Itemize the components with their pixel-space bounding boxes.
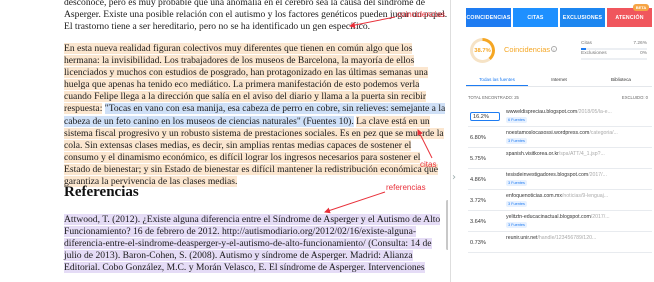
source-percentage: 5.75% <box>470 155 486 162</box>
excluded-count: EXCLUIDO: 0 <box>621 95 648 100</box>
source-path: /noticias/9-lenguaj... <box>561 193 609 199</box>
source-path: /2017/... <box>588 172 607 178</box>
category-tabs: Coincidencias Citas Exclusiones Atención <box>466 8 652 27</box>
source-domain: yelitztn-educacinactual.blogspot.com <box>506 214 591 220</box>
source-row[interactable]: 3.64% yelitztn-educacinactual.blogspot.co… <box>468 211 652 232</box>
document-scrollbar[interactable] <box>446 200 448 250</box>
source-list: 16.2% wwweldispreciau.blogspot.com/2018/0… <box>468 106 652 253</box>
stat-exclusiones-value: 0% <box>640 51 647 56</box>
arrow-citas <box>417 129 433 159</box>
source-url[interactable]: noestamoslocasossi.wordpress.com/categor… <box>506 130 646 136</box>
source-url[interactable]: wwweldispreciau.blogspot.com/2018/05/la-… <box>506 109 646 115</box>
stat-citas-value: 7.26% <box>633 41 647 46</box>
source-url[interactable]: spanish.visitkorea.or.kr/spa/ATT/4_1.jsp… <box>506 151 646 157</box>
source-count-badge[interactable]: 3 Fuentes <box>506 222 527 228</box>
source-row[interactable]: 3.72% enfoquenoticias.com.mx/noticias/9-l… <box>468 190 652 211</box>
results-header: TOTAL ENCONTRADO: 25 EXCLUIDO: 0 <box>468 95 648 100</box>
source-percentage: 4.86% <box>470 176 486 183</box>
stat-citas-bar <box>581 48 647 50</box>
source-filter-tabs: Todas las fuentes Internet Biblioteca <box>466 75 652 87</box>
source-domain: tesisdeinvestigadores.blogspot.com <box>506 172 589 178</box>
stat-exclusiones-bar <box>581 58 647 60</box>
source-path: /spa/ATT/4_1.jsp?... <box>558 151 605 157</box>
stat-exclusiones-label: Exclusiones <box>581 51 607 56</box>
panel-divider <box>450 0 451 282</box>
subtab-internet[interactable]: Internet <box>528 75 590 86</box>
stat-citas: Citas 7.26% <box>581 41 647 46</box>
document-view: desconoce, pero es muy probable que una … <box>0 0 448 282</box>
source-path: /2017/... <box>590 214 610 220</box>
source-domain: enfoquenoticias.com.mx <box>506 193 562 199</box>
source-row[interactable]: 16.2% wwweldispreciau.blogspot.com/2018/0… <box>468 106 652 127</box>
source-percentage: 16.2% <box>470 112 500 121</box>
source-domain: noestamoslocasossi.wordpress.com <box>506 130 590 136</box>
source-row[interactable]: 0.73% reunir.unir.net/handle/123456789/12… <box>468 232 652 253</box>
source-percentage: 3.64% <box>470 218 486 225</box>
source-url[interactable]: tesisdeinvestigadores.blogspot.com/2017/… <box>506 172 646 178</box>
annotation-coincidencias: coincidencias <box>397 10 446 19</box>
info-icon[interactable]: i <box>551 46 557 52</box>
arrow-coincidencias <box>349 16 396 28</box>
collapse-panel-icon[interactable]: › <box>452 172 456 183</box>
plagiarism-panel: Coincidencias Citas Exclusiones Atención… <box>462 0 654 282</box>
annotation-arrows <box>324 16 433 214</box>
source-row[interactable]: 5.75% spanish.visitkorea.or.kr/spa/ATT/4_… <box>468 148 652 169</box>
annotation-referencias: referencias <box>386 183 426 192</box>
arrow-referencias <box>324 191 386 214</box>
tab-exclusiones[interactable]: Exclusiones <box>560 8 605 27</box>
source-url[interactable]: yelitztn-educacinactual.blogspot.com/201… <box>506 214 646 220</box>
score-value: 38.7% <box>474 47 491 54</box>
source-path: /2018/05/la-e... <box>577 109 612 115</box>
source-count-badge[interactable]: 6 Fuentes <box>506 117 527 123</box>
source-percentage: 0.73% <box>470 239 486 246</box>
total-found: TOTAL ENCONTRADO: 25 <box>468 95 519 100</box>
tab-coincidencias[interactable]: Coincidencias <box>466 8 511 27</box>
source-path: /categoria/... <box>589 130 618 136</box>
source-path: /handle/123456789/120... <box>537 235 597 241</box>
score-label: Coincidencias <box>504 45 551 54</box>
stat-citas-label: Citas <box>581 41 592 46</box>
source-url[interactable]: enfoquenoticias.com.mx/noticias/9-lengua… <box>506 193 646 199</box>
beta-badge: BETA <box>633 4 649 11</box>
source-url[interactable]: reunir.unir.net/handle/123456789/120... <box>506 235 646 241</box>
tab-citas[interactable]: Citas <box>513 8 558 27</box>
source-domain: reunir.unir.net <box>506 235 538 241</box>
stat-exclusiones: Exclusiones 0% <box>581 51 647 56</box>
source-count-badge[interactable]: 3 Fuentes <box>506 138 527 144</box>
source-domain: spanish.visitkorea.or.kr <box>506 151 559 157</box>
annotation-citas: citas <box>420 160 437 169</box>
subtab-biblioteca[interactable]: Biblioteca <box>590 75 652 86</box>
source-percentage: 3.72% <box>470 197 486 204</box>
source-count-badge[interactable]: 3 Fuentes <box>506 180 527 186</box>
source-domain: wwweldispreciau.blogspot.com <box>506 109 578 115</box>
stat-citas-fill <box>581 48 586 50</box>
source-row[interactable]: 4.86% tesisdeinvestigadores.blogspot.com/… <box>468 169 652 190</box>
source-percentage: 6.80% <box>470 134 486 141</box>
source-row[interactable]: 6.80% noestamoslocasossi.wordpress.com/ca… <box>468 127 652 148</box>
subtab-todas-las-fuentes[interactable]: Todas las fuentes <box>466 75 528 86</box>
source-count-badge[interactable]: 3 Fuentes <box>506 201 527 207</box>
